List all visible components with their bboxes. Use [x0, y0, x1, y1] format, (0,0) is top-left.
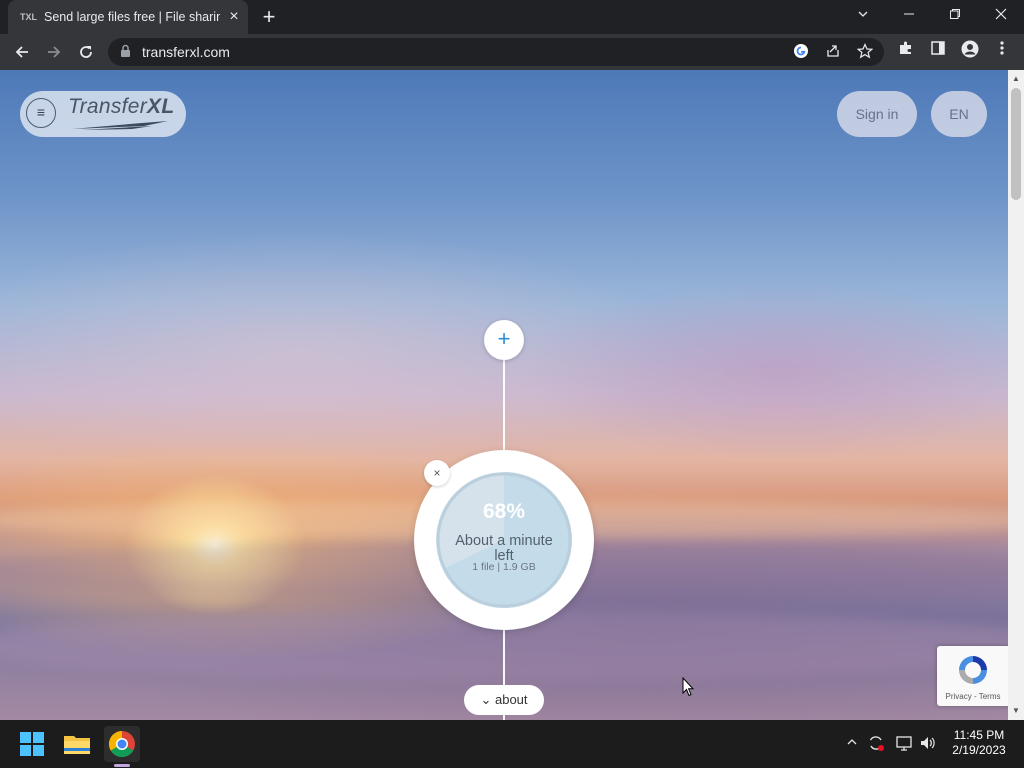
recaptcha-icon: [959, 656, 987, 684]
logo-text-bold: XL: [147, 95, 175, 118]
chrome-icon[interactable]: [106, 728, 138, 760]
progress-percent: 68%: [482, 500, 526, 523]
brand-pill: ≡ TransferXL: [20, 91, 186, 137]
chevron-up-icon[interactable]: [842, 734, 862, 754]
side-panel-icon[interactable]: [926, 40, 950, 64]
windows-taskbar: 11:45 PM 2/19/2023: [0, 720, 1024, 768]
hamburger-menu-icon[interactable]: ≡: [26, 98, 56, 128]
restore-button[interactable]: [932, 0, 978, 32]
logo-text-light: Transfer: [68, 95, 148, 118]
profile-avatar-icon[interactable]: [958, 40, 982, 64]
file-explorer-icon[interactable]: [61, 728, 93, 760]
language-button[interactable]: EN: [931, 91, 987, 137]
browser-toolbar: transferxl.com: [0, 34, 1024, 70]
clock-time: 11:45 PM: [953, 728, 1005, 742]
about-label: about: [494, 692, 528, 707]
extensions-puzzle-icon[interactable]: [894, 40, 918, 64]
mouse-cursor-icon: [682, 677, 694, 697]
volume-icon[interactable]: [918, 734, 938, 754]
progress-file-info: 1 file | 1.9 GB: [472, 561, 536, 573]
active-app-indicator: [114, 764, 130, 767]
page-scrollbar[interactable]: ▲ ▼: [1008, 70, 1024, 720]
address-bar[interactable]: transferxl.com: [108, 38, 884, 66]
forward-arrow-icon[interactable]: [40, 38, 68, 66]
share-icon[interactable]: [824, 43, 842, 61]
url-text[interactable]: transferxl.com: [142, 44, 230, 60]
tab-title: Send large files free | File sharing: [44, 10, 220, 24]
tab-close-icon[interactable]: ×: [226, 9, 242, 25]
about-button[interactable]: ⌄ about: [464, 685, 544, 715]
logo-swoosh-icon: [72, 121, 168, 130]
tab-favicon-icon: TXL: [20, 12, 37, 22]
page-content: ≡ TransferXL Sign in EN + 68% About a mi…: [0, 70, 1008, 720]
transferxl-logo[interactable]: TransferXL: [68, 95, 174, 119]
back-arrow-icon[interactable]: [8, 38, 36, 66]
network-icon[interactable]: [894, 734, 914, 754]
progress-eta: About a minute left: [455, 533, 553, 564]
add-files-button[interactable]: +: [484, 320, 524, 360]
close-window-button[interactable]: [978, 0, 1024, 32]
minimize-button[interactable]: [886, 0, 932, 32]
new-tab-button[interactable]: +: [258, 6, 280, 28]
bookmark-star-icon[interactable]: [856, 43, 874, 61]
sign-in-button[interactable]: Sign in: [837, 91, 917, 137]
scroll-down-arrow-icon[interactable]: ▼: [1008, 704, 1024, 718]
taskbar-clock[interactable]: 11:45 PM 2/19/2023: [946, 728, 1012, 758]
browser-tab-bar: TXL Send large files free | File sharing…: [0, 0, 1024, 34]
google-icon[interactable]: [792, 43, 810, 61]
reload-icon[interactable]: [72, 38, 100, 66]
browser-tab[interactable]: TXL Send large files free | File sharing…: [8, 0, 248, 34]
cancel-upload-button[interactable]: ×: [424, 460, 450, 486]
scroll-thumb[interactable]: [1011, 88, 1021, 200]
scroll-up-arrow-icon[interactable]: ▲: [1008, 72, 1024, 86]
windows-start-icon[interactable]: [16, 728, 48, 760]
recaptcha-badge[interactable]: Privacy - Terms: [937, 646, 1008, 706]
chevron-down-icon: ⌄: [480, 692, 492, 707]
tab-search-chevron-icon[interactable]: [840, 0, 886, 32]
kebab-menu-icon[interactable]: [990, 40, 1014, 64]
sync-icon[interactable]: [866, 734, 886, 754]
lock-icon[interactable]: [120, 44, 132, 60]
recaptcha-links[interactable]: Privacy - Terms: [937, 692, 1008, 701]
clock-date: 2/19/2023: [952, 743, 1006, 757]
timeline-line: [503, 360, 505, 450]
